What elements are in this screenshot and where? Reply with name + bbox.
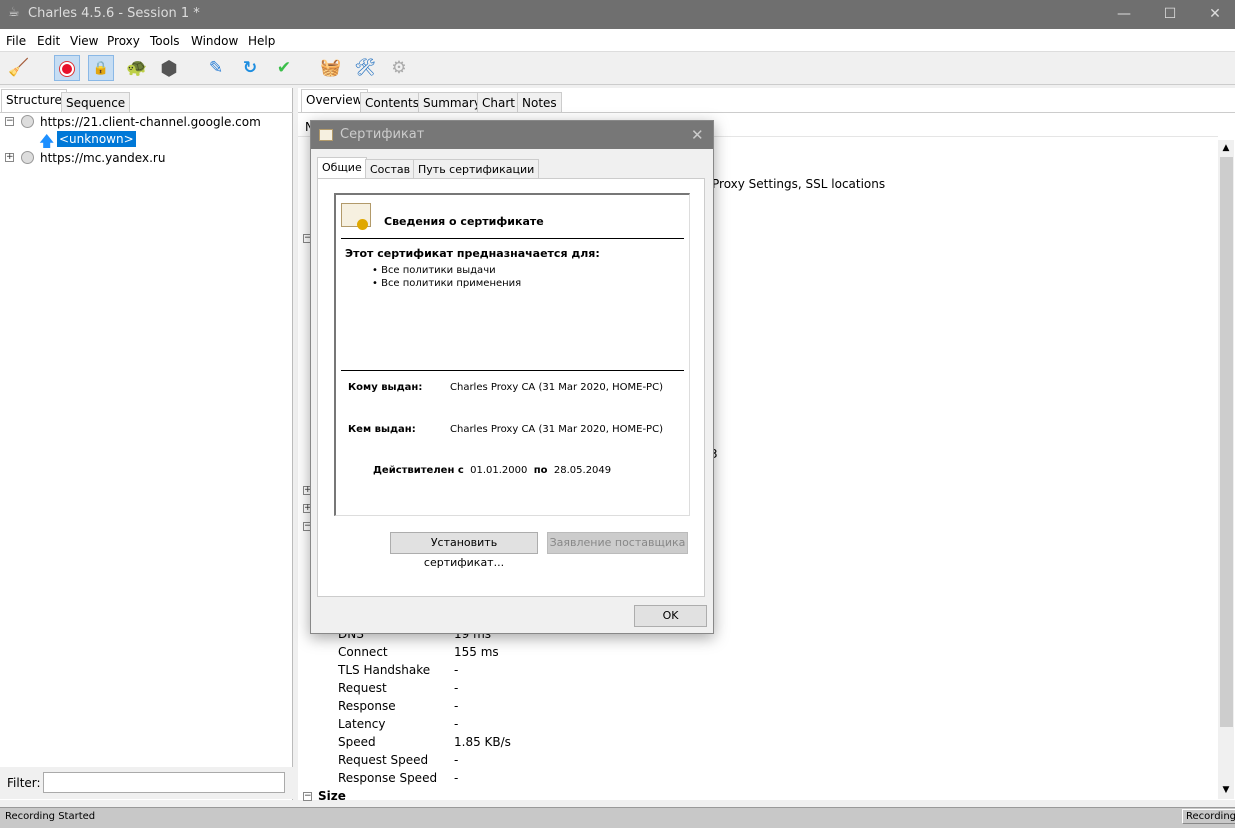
- tab-certification-path[interactable]: Путь сертификации: [413, 159, 540, 178]
- structure-panel: Structure Sequence − https://21.client-c…: [0, 88, 293, 800]
- repeat-icon[interactable]: ↻: [237, 55, 263, 81]
- timing-value: 155 ms: [454, 645, 499, 659]
- issued-by-value: Charles Proxy CA (31 Mar 2020, HOME-PC): [450, 424, 663, 435]
- menu-help[interactable]: Help: [248, 34, 275, 48]
- purpose-item: • Все политики применения: [372, 278, 522, 289]
- certificate-icon: [319, 129, 333, 141]
- tree-host-yandex[interactable]: https://mc.yandex.ru: [40, 151, 165, 165]
- menu-tools[interactable]: Tools: [150, 34, 180, 48]
- certificate-heading: Сведения о сертификате: [384, 215, 544, 228]
- dialog-close-button[interactable]: ✕: [691, 126, 704, 144]
- timing-label: Response Speed: [338, 771, 438, 785]
- collapse-icon[interactable]: −: [5, 117, 14, 126]
- status-message: Recording Started: [5, 811, 96, 822]
- timing-label: Connect: [338, 645, 388, 659]
- section-size: Size: [318, 789, 346, 803]
- timing-label: TLS Handshake: [338, 663, 431, 677]
- scroll-up-icon[interactable]: ▲: [1218, 140, 1234, 156]
- ok-button[interactable]: OK: [634, 605, 707, 627]
- dialog-title: Сертификат: [340, 127, 425, 142]
- filter-input[interactable]: [43, 772, 285, 793]
- scrollbar[interactable]: ▲ ▼: [1218, 140, 1234, 799]
- filter-bar: Filter:: [0, 767, 293, 799]
- tab-notes[interactable]: Notes: [517, 92, 562, 112]
- lock-icon: [21, 115, 34, 128]
- menu-bar: File Edit View Proxy Tools Window Help: [0, 29, 1235, 52]
- timing-label: Speed: [338, 735, 376, 749]
- tab-structure[interactable]: Structure: [1, 89, 67, 112]
- filter-label: Filter:: [7, 776, 41, 790]
- timing-label: Response: [338, 699, 396, 713]
- tab-details[interactable]: Состав: [365, 159, 416, 178]
- timing-value: -: [454, 717, 459, 731]
- minimize-button[interactable]: —: [1101, 0, 1147, 29]
- dialog-title-bar: Сертификат ✕: [311, 121, 713, 149]
- settings-gear-icon[interactable]: ⚙: [386, 55, 412, 81]
- tools-icon[interactable]: 🛠: [352, 55, 378, 81]
- tab-sequence[interactable]: Sequence: [61, 92, 131, 112]
- basket-icon[interactable]: 🧺: [318, 55, 344, 81]
- menu-window[interactable]: Window: [191, 34, 238, 48]
- timing-value: -: [454, 699, 459, 713]
- scrollbar-thumb[interactable]: [1220, 157, 1233, 727]
- tab-overview[interactable]: Overview: [301, 89, 368, 112]
- certificate-icon: [341, 203, 371, 230]
- tab-contents[interactable]: Contents: [360, 92, 424, 112]
- timing-value: -: [454, 771, 459, 785]
- status-bar: Recording Started Recording: [0, 807, 1235, 828]
- timing-value: -: [454, 753, 459, 767]
- expand-icon[interactable]: +: [5, 153, 14, 162]
- window-title: Charles 4.5.6 - Session 1 *: [28, 6, 200, 21]
- timing-value: -: [454, 681, 459, 695]
- certificate-dialog: Сертификат ✕ Общие Состав Путь сертифика…: [310, 120, 714, 634]
- timing-label: Request Speed: [338, 753, 429, 767]
- record-icon[interactable]: [54, 55, 80, 81]
- title-bar: ☕ Charles 4.5.6 - Session 1 * — ☐ ✕: [0, 0, 1235, 29]
- maximize-button[interactable]: ☐: [1147, 0, 1193, 29]
- lock-icon: [21, 151, 34, 164]
- close-button[interactable]: ✕: [1192, 0, 1235, 29]
- scroll-down-icon[interactable]: ▼: [1218, 782, 1234, 798]
- broom-icon[interactable]: 🧹: [6, 55, 32, 81]
- general-tab-panel: Сведения о сертификате Этот сертификат п…: [317, 178, 705, 597]
- menu-proxy[interactable]: Proxy: [107, 34, 140, 48]
- timing-value: 1.85 KB/s: [454, 735, 511, 749]
- timing-value: -: [454, 663, 459, 677]
- recording-indicator: Recording: [1182, 809, 1235, 824]
- validity: Действителен с 01.01.2000 по 28.05.2049: [373, 465, 612, 476]
- menu-edit[interactable]: Edit: [37, 34, 60, 48]
- toolbar: 🧹 🔒 🐢 ⬢ ✎ ↻ ✔ 🧺 🛠 ⚙: [0, 52, 1235, 85]
- tab-general[interactable]: Общие: [317, 157, 367, 180]
- breakpoint-stop-icon[interactable]: ⬢: [156, 55, 182, 81]
- ssl-lock-icon[interactable]: 🔒: [88, 55, 114, 81]
- tree-host-google[interactable]: https://21.client-channel.google.com: [40, 115, 261, 129]
- menu-view[interactable]: View: [70, 34, 98, 48]
- issuer-statement-button: Заявление поставщика: [547, 532, 688, 554]
- menu-file[interactable]: File: [6, 34, 26, 48]
- purpose-item: • Все политики выдачи: [372, 265, 496, 276]
- issued-to-value: Charles Proxy CA (31 Mar 2020, HOME-PC): [450, 382, 663, 393]
- issued-to-label: Кому выдан:: [348, 382, 423, 393]
- throttle-turtle-icon[interactable]: 🐢: [124, 55, 150, 81]
- tree-item-unknown[interactable]: <unknown>: [57, 131, 136, 147]
- certificate-info-box: Сведения о сертификате Этот сертификат п…: [334, 193, 690, 516]
- timing-label: Request: [338, 681, 387, 695]
- issued-by-label: Кем выдан:: [348, 424, 416, 435]
- validate-check-icon[interactable]: ✔: [271, 55, 297, 81]
- install-certificate-button[interactable]: Установить сертификат...: [390, 532, 538, 569]
- app-icon: ☕: [8, 5, 20, 20]
- tab-summary[interactable]: Summary: [418, 92, 486, 112]
- compose-pen-icon[interactable]: ✎: [203, 55, 229, 81]
- collapse-icon[interactable]: −: [303, 792, 312, 801]
- purpose-label: Этот сертификат предназначается для:: [345, 247, 600, 260]
- notes-text: Proxy Settings, SSL locations: [712, 177, 886, 191]
- timing-label: Latency: [338, 717, 386, 731]
- tab-chart[interactable]: Chart: [477, 92, 520, 112]
